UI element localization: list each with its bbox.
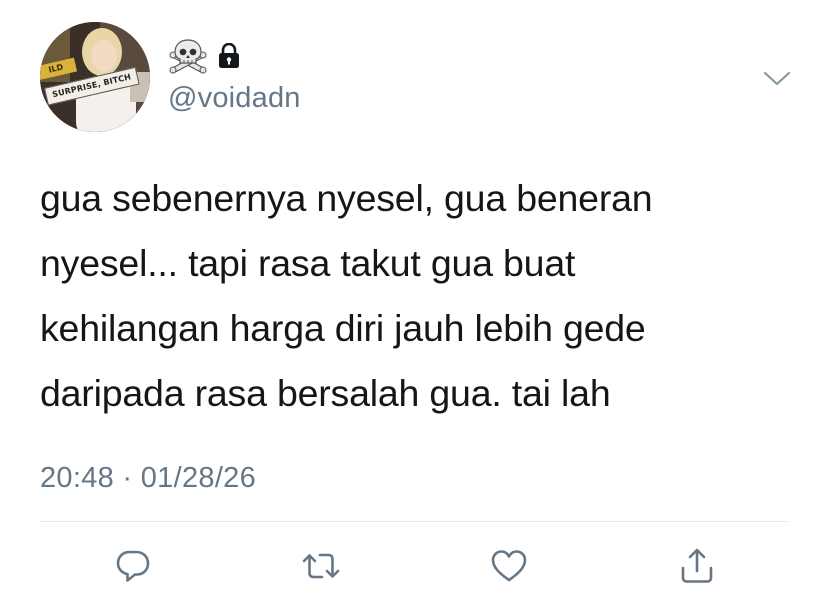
share-button[interactable] xyxy=(677,546,717,586)
like-button[interactable] xyxy=(489,546,529,586)
skull-crossbones-icon xyxy=(168,38,208,79)
tweet-text-line: daripada rasa bersalah gua. tai lah xyxy=(40,372,611,414)
user-handle[interactable]: @voidadn xyxy=(168,82,301,115)
avatar[interactable]: ILD SURPRISE, BITCH xyxy=(40,22,150,132)
retweet-icon xyxy=(302,553,340,579)
lock-icon xyxy=(218,42,240,74)
tweet-text: gua sebenernya nyesel, gua beneran nyese… xyxy=(40,166,800,426)
chevron-down-icon[interactable] xyxy=(762,66,792,90)
retweet-button[interactable] xyxy=(301,546,341,586)
like-icon xyxy=(491,550,527,582)
share-icon xyxy=(681,548,713,583)
tweet-timestamp[interactable]: 20:48 · 01/28/26 xyxy=(40,462,256,495)
divider xyxy=(40,521,788,522)
display-name[interactable] xyxy=(168,38,240,79)
reply-button[interactable] xyxy=(113,546,153,586)
reply-icon xyxy=(116,550,150,582)
tweet-text-line: gua sebenernya nyesel, gua beneran xyxy=(40,177,653,219)
tweet-text-line: nyesel... tapi rasa takut gua buat xyxy=(40,242,576,284)
tweet-text-line: kehilangan harga diri jauh lebih gede xyxy=(40,307,646,349)
